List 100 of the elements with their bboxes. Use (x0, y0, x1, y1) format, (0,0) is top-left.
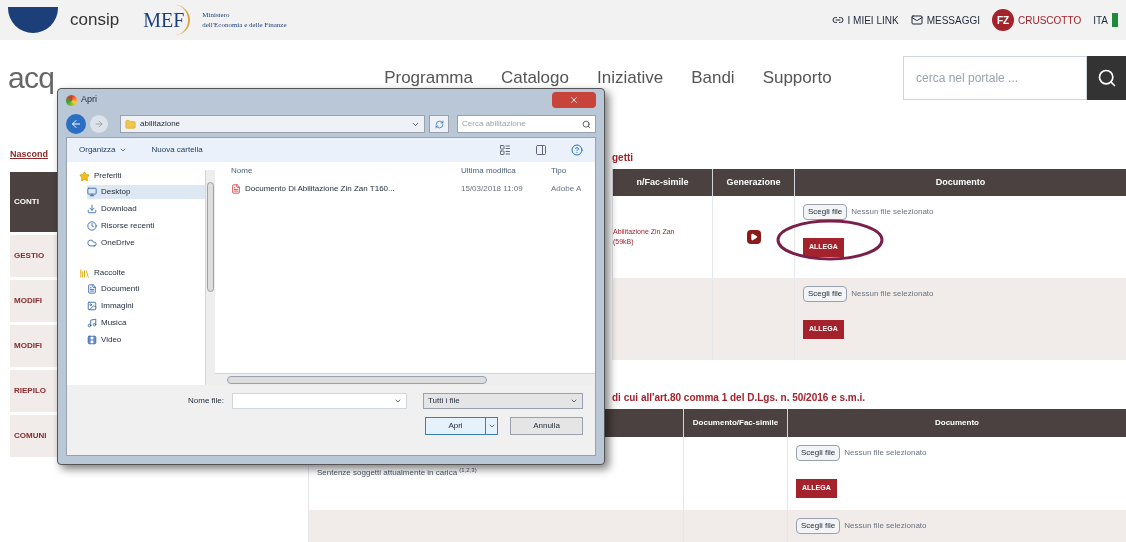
tree-item[interactable]: Video (87, 333, 205, 347)
file-status: Nessun file selezionato (844, 519, 927, 532)
column-header[interactable]: Tipo (551, 165, 595, 177)
tree-item[interactable]: OneDrive (87, 236, 205, 250)
organize-menu[interactable]: Organizza (79, 144, 128, 156)
column-header[interactable]: Ultima modifica (461, 165, 551, 177)
sidebar-item[interactable]: GESTIO (10, 234, 57, 277)
arrow-left-icon (70, 118, 82, 130)
vertical-scrollbar[interactable] (205, 170, 215, 385)
tree-item[interactable]: Documenti (87, 282, 205, 296)
mef-logo: MEF (143, 5, 191, 35)
browser-icon (66, 94, 77, 106)
nav-link[interactable]: Catalogo (500, 64, 569, 91)
column-header: Generazione (712, 169, 794, 196)
avatar[interactable]: FZ (992, 9, 1014, 31)
sidebar-item[interactable]: COMUNI (10, 414, 57, 457)
choose-file-button[interactable]: Scegli file (796, 517, 841, 534)
download-icon (87, 204, 97, 214)
file-type-dropdown[interactable]: Tutti i file (423, 393, 583, 409)
play-icon (749, 233, 758, 241)
caret-icon (394, 397, 402, 405)
file-type: Adobe A (551, 183, 583, 195)
sidebar-item[interactable]: RIEPILO (10, 369, 57, 412)
choose-file-button[interactable]: Scegli file (803, 204, 848, 220)
star-icon (79, 170, 90, 182)
pdf-file-icon (231, 184, 241, 194)
new-folder-button[interactable]: Nuova cartella (151, 144, 203, 156)
tree-item[interactable]: Download (87, 202, 205, 216)
search-icon (1096, 67, 1117, 88)
mail-icon (910, 14, 923, 26)
open-button[interactable]: Apri (425, 417, 498, 435)
consip-logo-icon (8, 7, 58, 33)
music-note-icon (87, 318, 97, 328)
file-status: Nessun file selezionato (851, 206, 934, 218)
nav-link[interactable]: Supporto (762, 64, 832, 91)
column-header: Documento/Fac-simile (683, 409, 787, 437)
hide-link[interactable]: Nascond (10, 148, 48, 162)
tree-item[interactable]: Desktop (87, 185, 205, 199)
sidebar-item[interactable]: MODIFI (10, 324, 57, 367)
search-button[interactable] (1087, 55, 1126, 100)
column-header: Documento (787, 409, 1126, 437)
portal-logo: acq (8, 60, 55, 96)
header-link[interactable]: I MIEI LINK (847, 12, 899, 28)
nav-link[interactable]: Iniziative (597, 64, 664, 91)
horizontal-scrollbar[interactable] (215, 373, 595, 385)
generate-button[interactable] (746, 230, 761, 244)
consip-logo: consip (70, 9, 120, 32)
scrollbar-thumb[interactable] (227, 375, 487, 384)
caret-icon (119, 146, 128, 154)
dashboard-link[interactable]: CRUSCOTTO (1018, 12, 1082, 28)
section-title: di cui all'art.80 comma 1 del D.Lgs. n. 50/2016 e s.m.i. (612, 391, 867, 405)
preview-pane-icon[interactable] (535, 144, 547, 156)
tree-item[interactable]: Raccolte (79, 267, 205, 279)
choose-file-button[interactable]: Scegli file (803, 286, 848, 302)
sidebar-item[interactable]: MODIFI (10, 279, 57, 322)
column-header: Documento (794, 169, 1126, 196)
image-icon (87, 301, 97, 311)
language-selector[interactable]: ITA (1093, 12, 1108, 28)
nav-link[interactable]: Programma (384, 64, 473, 91)
row-label: Sentenze soggetti attualmente in carica $^{(1,2,3)}$ (317, 467, 477, 480)
tree-item[interactable]: Immagini (87, 299, 205, 313)
cancel-button[interactable]: Annulla (510, 417, 583, 435)
path-label: abilitazione (140, 118, 181, 130)
file-date: 15/03/2018 11:09 (461, 183, 524, 195)
link-icon (831, 14, 844, 26)
file-status: Nessun file selezionato (851, 288, 934, 300)
tree-item[interactable]: Risorse recenti (87, 219, 205, 233)
monitor-icon (87, 187, 97, 197)
close-icon (569, 95, 579, 105)
view-options-icon[interactable] (499, 144, 511, 156)
file-status: Nessun file selezionato (844, 447, 927, 459)
sidebar-item[interactable]: CONTI (10, 171, 57, 232)
nav-link[interactable]: Bandi (691, 64, 735, 91)
refresh-icon (434, 119, 444, 129)
back-button[interactable] (66, 114, 86, 134)
caret-icon (570, 397, 578, 405)
library-icon (79, 267, 90, 279)
flag-icon (1112, 13, 1118, 27)
filename-field[interactable] (232, 393, 407, 409)
choose-file-button[interactable]: Scegli file (796, 445, 841, 461)
scrollbar-thumb[interactable] (207, 182, 214, 292)
open-label: Apri (447, 420, 464, 432)
clock-icon (87, 221, 97, 231)
header-link[interactable]: MESSAGGI (926, 12, 980, 28)
cloud-icon (87, 238, 97, 248)
close-button[interactable] (552, 92, 596, 108)
column-header[interactable]: Nome (231, 165, 461, 177)
tree-item[interactable]: Preferiti (79, 170, 205, 182)
arrow-right-icon (94, 119, 104, 129)
refresh-button[interactable] (429, 115, 449, 133)
tree-item[interactable]: Musica (87, 316, 205, 330)
folder-icon (125, 118, 136, 130)
help-icon[interactable] (571, 144, 583, 156)
caret-icon (487, 422, 496, 430)
file-name[interactable]: Documento Di Abilitazione Zin Zan T160... (231, 183, 461, 195)
document-icon (87, 284, 97, 294)
dialog-title: Apri (81, 93, 97, 107)
section-title: getti (612, 151, 635, 165)
address-bar[interactable]: abilitazione (120, 115, 425, 133)
film-icon (87, 335, 97, 345)
